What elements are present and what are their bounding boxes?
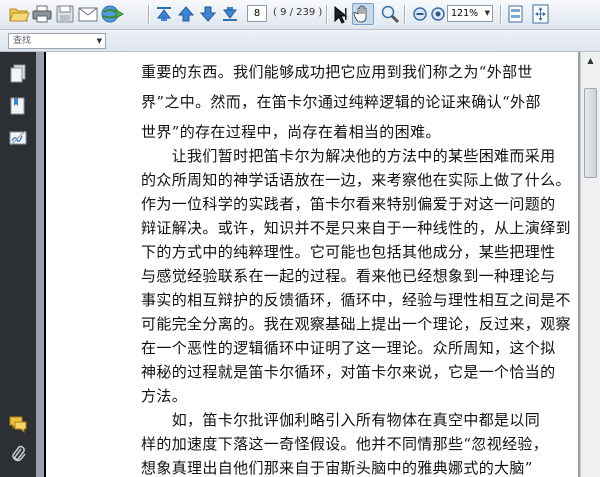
select-text-icon[interactable] — [330, 3, 352, 25]
navigation-panel — [0, 52, 36, 477]
signatures-icon[interactable] — [9, 128, 27, 148]
doc-line: 界”之中。然而，在笛卡尔通过纯粹逻辑的论证来确认“外部 — [141, 93, 541, 111]
doc-line: 重要的东西。我们能够成功把它应用到我们称之为“外部世 — [141, 63, 533, 81]
email-icon[interactable] — [77, 3, 99, 25]
scroll-up-icon[interactable]: ▲ — [584, 54, 597, 67]
zoom-select[interactable]: 121% ▼ — [447, 5, 493, 22]
pages-icon[interactable] — [9, 64, 27, 84]
next-page-icon[interactable] — [197, 3, 219, 25]
document-viewport: 重要的东西。我们能够成功把它应用到我们称之为“外部世 界”之中。然而，在笛卡尔通… — [36, 52, 600, 477]
attachments-icon[interactable] — [9, 444, 27, 464]
bookmarks-icon[interactable] — [9, 96, 27, 116]
hand-tool-icon[interactable] — [352, 3, 374, 25]
chevron-down-icon: ▼ — [96, 37, 102, 45]
fit-page-icon[interactable] — [530, 3, 552, 25]
zoom-in-icon[interactable] — [427, 3, 449, 25]
last-page-icon[interactable] — [219, 3, 241, 25]
search-placeholder: 查找 — [13, 36, 32, 46]
main-toolbar: ( 9 / 239 ) 121% ▼ — [0, 0, 600, 30]
zoom-value: 121% — [451, 8, 479, 19]
document-page: 重要的东西。我们能够成功把它应用到我们称之为“外部世 界”之中。然而，在笛卡尔通… — [46, 52, 578, 477]
print-icon[interactable] — [31, 3, 53, 25]
doc-line: 想象真理出自他们那来自于宙斯头脑中的雅典娜式的大脑” — [141, 459, 533, 477]
scrollbar-thumb[interactable] — [584, 88, 597, 178]
first-page-icon[interactable] — [153, 3, 175, 25]
search-input[interactable]: 查找 ▼ — [8, 33, 106, 49]
single-page-icon[interactable] — [505, 3, 527, 25]
chevron-down-icon: ▼ — [484, 9, 490, 17]
open-folder-icon[interactable] — [8, 3, 30, 25]
previous-page-icon[interactable] — [175, 3, 197, 25]
find-bar: 查找 ▼ — [0, 30, 600, 52]
zoom-tool-icon[interactable] — [379, 3, 401, 25]
comments-icon[interactable] — [9, 414, 27, 434]
page-count-label: ( 9 / 239 ) — [273, 7, 323, 18]
page-number-input[interactable] — [247, 5, 267, 22]
vertical-scrollbar[interactable]: ▲ — [580, 52, 600, 477]
save-icon[interactable] — [54, 3, 76, 25]
web-globe-icon[interactable] — [100, 3, 125, 25]
